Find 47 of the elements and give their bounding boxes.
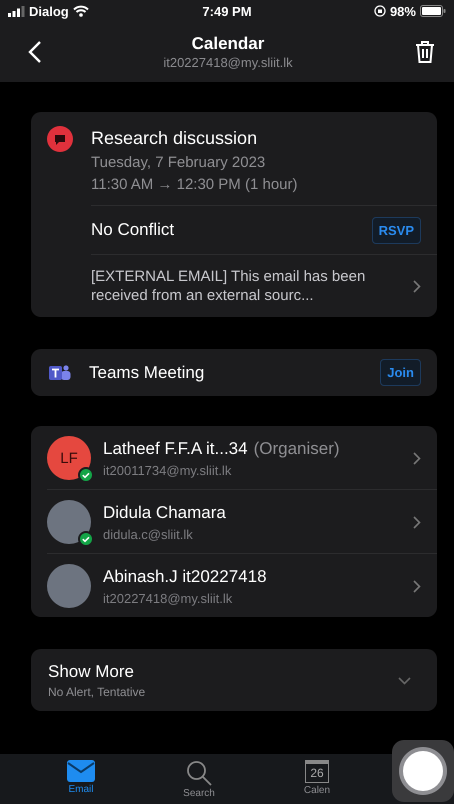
attendee-row[interactable]: LF Latheef F.F.A it...34 (Organiser) it20011734@my.sliit.lk: [47, 426, 437, 489]
status-time: 7:49 PM: [202, 4, 252, 18]
description-row[interactable]: [EXTERNAL EMAIL] This email has been received from an external sourc...: [91, 254, 437, 317]
chevron-right-icon: [413, 452, 421, 464]
attendee-name: Latheef F.F.A it...34: [103, 438, 248, 458]
chevron-right-icon: [413, 580, 421, 592]
rsvp-button[interactable]: RSVP: [372, 216, 421, 244]
event-time: 11:30 AM → 12:30 PM (1 hour): [91, 177, 298, 193]
photo-placeholder: [47, 500, 91, 544]
show-more-subtitle: No Alert, Tentative: [48, 685, 146, 699]
battery-icon: [420, 5, 446, 17]
attendee-email: it20227418@my.sliit.lk: [103, 590, 234, 606]
wifi-icon: [72, 5, 89, 17]
carrier-name: Dialog: [29, 4, 69, 18]
calendar-icon: 26: [305, 760, 329, 783]
tab-bar-item[interactable]: Search: [140, 760, 258, 799]
signal-icon: [8, 6, 25, 16]
envelope-icon: [67, 760, 95, 782]
assistive-touch-button[interactable]: [392, 740, 454, 802]
event-title: Research discussion: [91, 128, 258, 149]
teams-logo-icon: [49, 364, 71, 382]
header-title: Calendar: [190, 34, 266, 54]
chat-bubble-icon: [47, 126, 73, 152]
attendee-email: it20011734@my.sliit.lk: [103, 462, 232, 478]
meeting-label: Teams Meeting: [89, 362, 206, 382]
event-description: [EXTERNAL EMAIL] This email has been received from an external sourc...: [91, 267, 366, 305]
event-date: Tuesday, 7 February 2023: [91, 155, 266, 171]
tab-bar-item[interactable]: Email: [22, 760, 140, 795]
search-icon: [186, 760, 212, 786]
photo-placeholder: [47, 564, 91, 608]
attendee-role: (Organiser): [254, 438, 340, 458]
attendee-name: Didula Chamara: [103, 502, 226, 522]
join-button[interactable]: Join: [380, 359, 421, 386]
header-subtitle: it20227418@my.sliit.lk: [163, 55, 293, 70]
attendee-row[interactable]: Didula Chamara didula.c@sliit.lk: [47, 489, 437, 553]
attendee-row[interactable]: Abinash.J it20227418 it20227418@my.sliit.lk: [47, 553, 437, 617]
show-more-title: Show More: [48, 662, 135, 682]
attendee-name: Abinash.J it20227418: [103, 566, 267, 586]
orientation-lock-icon: [374, 5, 386, 17]
show-more-row[interactable]: Show More No Alert, Tentative: [31, 649, 437, 711]
initials-avatar: LF: [47, 436, 91, 480]
attendee-email: didula.c@sliit.lk: [103, 526, 194, 542]
conflict-status: No Conflict: [91, 219, 174, 241]
chevron-right-icon: [413, 516, 421, 528]
tab-bar-item[interactable]: 26 Calen: [258, 760, 376, 796]
battery-percent: 98%: [390, 4, 416, 18]
chevron-right-icon: [413, 280, 421, 292]
